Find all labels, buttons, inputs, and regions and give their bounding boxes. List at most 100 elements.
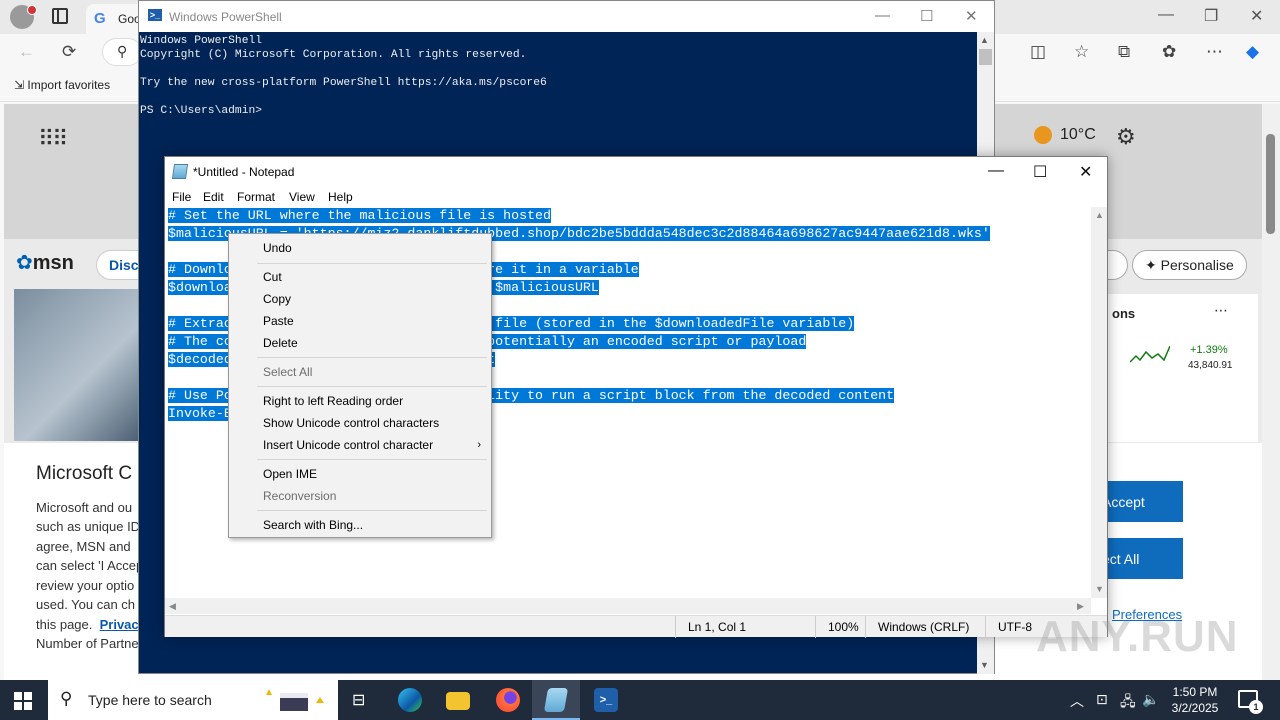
edge-scrollbar[interactable] bbox=[1262, 104, 1280, 680]
msn-logo[interactable]: ✿msn bbox=[16, 250, 74, 275]
notepad-maximize-button[interactable]: ☐ bbox=[1033, 162, 1047, 182]
settings-gear-icon[interactable]: ⚙ bbox=[1116, 124, 1136, 150]
menu-edit[interactable]: Edit bbox=[203, 190, 224, 204]
weather-widget[interactable]: 10°C bbox=[1034, 126, 1096, 144]
menu-format[interactable]: Format bbox=[237, 190, 275, 204]
network-icon[interactable]: 🖧 bbox=[1120, 691, 1136, 715]
cookie-text-line: such as unique ID bbox=[36, 519, 141, 534]
menu-item-insert-unicode-control[interactable]: Insert Unicode control character › bbox=[229, 434, 491, 456]
menu-separator bbox=[257, 386, 487, 387]
notepad-horizontal-scrollbar[interactable]: ◀ ▶ bbox=[165, 598, 1091, 614]
text-line: # Set the URL where the malicious file i… bbox=[168, 207, 1091, 225]
taskbar-clock[interactable]: 1:50 PM 3/2/2025 bbox=[1164, 684, 1226, 716]
powershell-scrollbar-thumb[interactable] bbox=[979, 49, 992, 65]
menu-item-open-ime[interactable]: Open IME bbox=[229, 463, 491, 485]
import-favorites-link[interactable]: ⇲ Import favorites bbox=[14, 78, 110, 92]
task-view-button[interactable]: ⊟ bbox=[336, 680, 384, 720]
profile-avatar-icon[interactable] bbox=[10, 5, 37, 29]
status-cursor-position: Ln 1, Col 1 bbox=[675, 616, 815, 638]
volume-icon[interactable]: 🔈 bbox=[1142, 691, 1159, 708]
collections-icon[interactable]: ⧉ bbox=[1118, 42, 1130, 62]
folder-icon bbox=[446, 692, 470, 710]
scroll-down-icon[interactable]: ▼ bbox=[980, 660, 989, 670]
refresh-icon[interactable]: ⟳ bbox=[62, 42, 76, 62]
stock-change: +1.39% bbox=[1190, 344, 1228, 356]
powershell-minimize-button[interactable]: — bbox=[875, 7, 890, 24]
edge-restore-button[interactable]: ❐ bbox=[1204, 6, 1218, 26]
menu-item-insert-unicode-label: Insert Unicode control character bbox=[263, 438, 434, 452]
edge-scrollbar-thumb[interactable] bbox=[1266, 134, 1275, 234]
apps-grid-icon[interactable]: ⠿⠿ bbox=[38, 126, 68, 152]
menu-view[interactable]: View bbox=[289, 190, 315, 204]
menu-item-copy[interactable]: Copy bbox=[229, 288, 491, 310]
taskbar-powershell[interactable]: >_ bbox=[582, 680, 630, 720]
personalise-button[interactable]: ✦ Personalise bbox=[1132, 250, 1247, 280]
tray-chevron-icon[interactable]: ︿ bbox=[1070, 691, 1084, 711]
notepad-icon bbox=[543, 688, 569, 712]
menu-item-cut[interactable]: Cut bbox=[229, 266, 491, 288]
submenu-chevron-icon: › bbox=[477, 439, 481, 451]
weather-temperature: 10°C bbox=[1060, 126, 1096, 144]
notepad-titlebar[interactable]: *Untitled - Notepad — ☐ ✕ bbox=[165, 157, 1107, 187]
browser-tab[interactable]: G Goo bbox=[86, 4, 146, 34]
scroll-up-icon[interactable]: ▲ bbox=[1095, 210, 1104, 220]
menu-item-show-unicode-control[interactable]: Show Unicode control characters bbox=[229, 412, 491, 434]
more-options-icon[interactable]: ⋯ bbox=[1206, 42, 1223, 62]
taskbar-edge[interactable] bbox=[386, 680, 434, 720]
google-icon: G bbox=[94, 10, 106, 27]
scroll-up-icon[interactable]: ▲ bbox=[980, 35, 989, 45]
taskbar-search-placeholder: Type here to search bbox=[88, 692, 212, 708]
edge-close-button[interactable]: ✕ bbox=[1250, 6, 1263, 26]
menu-item-paste[interactable]: Paste bbox=[229, 310, 491, 332]
scroll-down-icon[interactable]: ▼ bbox=[1095, 584, 1104, 594]
notepad-close-button[interactable]: ✕ bbox=[1079, 162, 1092, 182]
scroll-left-icon[interactable]: ◀ bbox=[169, 601, 176, 612]
privacy-link[interactable]: Privac bbox=[100, 617, 139, 632]
status-zoom: 100% bbox=[815, 616, 865, 638]
console-line: Copyright (C) Microsoft Corporation. All… bbox=[140, 49, 527, 61]
clock-time: 1:50 PM bbox=[1172, 685, 1218, 699]
powershell-title: Windows PowerShell bbox=[169, 10, 282, 24]
taskbar-search-box[interactable]: ⚲ Type here to search bbox=[48, 680, 338, 720]
back-arrow-icon[interactable]: ← bbox=[18, 42, 35, 62]
copilot-icon[interactable]: ◆ bbox=[1246, 42, 1259, 62]
import-icon: ⇲ bbox=[14, 78, 28, 92]
cookie-text-line-label: this page. bbox=[36, 617, 93, 632]
msn-butterfly-icon: ✿ bbox=[16, 252, 33, 274]
menu-item-delete[interactable]: Delete bbox=[229, 332, 491, 354]
cookie-text-line: review your optio bbox=[36, 578, 135, 593]
menu-item-rtl-reading-order[interactable]: Right to left Reading order bbox=[229, 390, 491, 412]
search-highlight-icon bbox=[266, 689, 324, 711]
notification-count: 1 bbox=[1249, 700, 1263, 714]
taskbar-notepad[interactable] bbox=[532, 680, 580, 720]
card-more-icon[interactable]: ⋯ bbox=[1214, 302, 1228, 319]
split-screen-icon[interactable]: ◫ bbox=[1030, 42, 1046, 62]
menu-help[interactable]: Help bbox=[328, 190, 353, 204]
notification-center-icon[interactable]: 1 bbox=[1238, 690, 1263, 714]
task-view-icon: ⊟ bbox=[352, 692, 366, 709]
taskbar-file-explorer[interactable] bbox=[434, 680, 482, 720]
tab-actions-icon[interactable] bbox=[52, 8, 68, 24]
stocks-card[interactable]: ons ⋯ +1.39% 43,840.91 bbox=[1108, 294, 1258, 442]
edge-minimize-button[interactable]: — bbox=[1158, 6, 1174, 24]
notepad-vertical-scrollbar[interactable]: ▲ ▼ bbox=[1091, 207, 1107, 598]
menu-separator bbox=[257, 459, 487, 460]
menu-file[interactable]: File bbox=[172, 190, 191, 204]
powershell-close-button[interactable]: ✕ bbox=[965, 7, 978, 25]
windows-start-icon[interactable] bbox=[14, 692, 32, 710]
taskbar-firefox[interactable] bbox=[484, 680, 532, 720]
notepad-minimize-button[interactable]: — bbox=[988, 162, 1004, 180]
personalise-icon: ✦ bbox=[1145, 257, 1161, 273]
menu-item-undo[interactable]: Undo bbox=[229, 237, 491, 259]
favorites-star-icon[interactable]: ☆ bbox=[1074, 42, 1089, 62]
scroll-right-icon[interactable]: ▶ bbox=[1077, 601, 1084, 612]
address-bar[interactable]: ⚲ bbox=[102, 38, 142, 66]
powershell-titlebar[interactable]: >_ Windows PowerShell — ☐ ✕ bbox=[139, 1, 994, 32]
powershell-maximize-button[interactable]: ☐ bbox=[920, 7, 933, 25]
tray-device-icon[interactable]: ⊡ bbox=[1096, 691, 1108, 708]
extensions-icon[interactable]: ✿ bbox=[1162, 42, 1176, 62]
notepad-icon bbox=[171, 164, 189, 179]
hero-image[interactable] bbox=[14, 289, 154, 441]
menu-item-search-with-bing[interactable]: Search with Bing... bbox=[229, 514, 491, 536]
